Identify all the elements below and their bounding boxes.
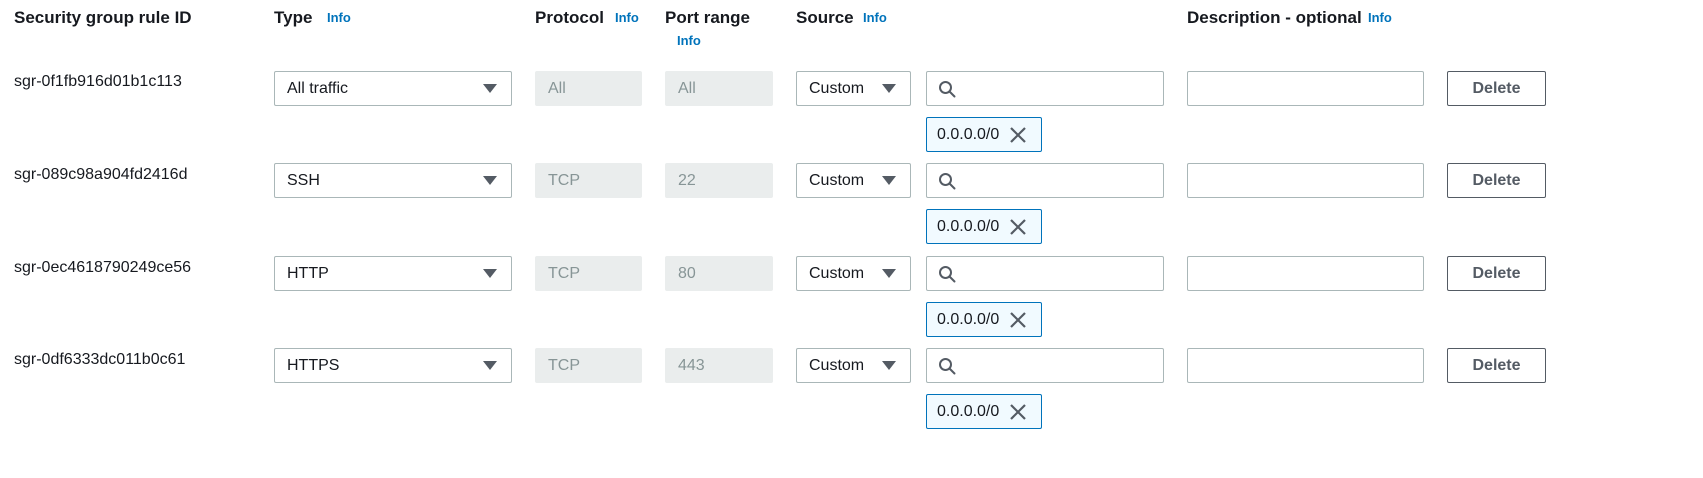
protocol-field: TCP — [535, 163, 642, 198]
delete-button[interactable]: Delete — [1447, 71, 1546, 106]
caret-down-icon — [483, 361, 497, 370]
column-header-rule-id: Security group rule ID — [14, 8, 192, 27]
source-select-value: Custom — [809, 264, 865, 282]
caret-down-icon — [483, 269, 497, 278]
cidr-token-value: 0.0.0.0/0 — [937, 217, 1000, 235]
cidr-token-value: 0.0.0.0/0 — [937, 125, 1000, 143]
caret-down-icon — [483, 176, 497, 185]
protocol-field: TCP — [535, 256, 642, 291]
source-select[interactable]: Custom — [796, 163, 911, 198]
source-select-value: Custom — [809, 79, 865, 97]
caret-down-icon — [882, 269, 896, 278]
delete-button[interactable]: Delete — [1447, 163, 1546, 198]
source-search-input[interactable] — [926, 256, 1164, 291]
source-select[interactable]: Custom — [796, 71, 911, 106]
cidr-token: 0.0.0.0/0 — [926, 117, 1042, 152]
source-search-input[interactable] — [926, 163, 1164, 198]
close-icon[interactable] — [1009, 403, 1027, 421]
description-input[interactable] — [1187, 348, 1424, 383]
delete-button[interactable]: Delete — [1447, 348, 1546, 383]
column-header-description: Description - optional — [1187, 8, 1362, 27]
type-select[interactable]: HTTPS — [274, 348, 512, 383]
source-select[interactable]: Custom — [796, 348, 911, 383]
caret-down-icon — [483, 84, 497, 93]
caret-down-icon — [882, 361, 896, 370]
protocol-field: All — [535, 71, 642, 106]
source-search-input[interactable] — [926, 348, 1164, 383]
close-icon[interactable] — [1009, 126, 1027, 144]
delete-button[interactable]: Delete — [1447, 256, 1546, 291]
port-range-info-link[interactable]: Info — [677, 33, 701, 48]
column-header-type: Type — [274, 8, 313, 27]
cidr-token: 0.0.0.0/0 — [926, 302, 1042, 337]
source-select[interactable]: Custom — [796, 256, 911, 291]
cidr-token-value: 0.0.0.0/0 — [937, 402, 1000, 420]
column-header-protocol: Protocol — [535, 8, 604, 27]
source-select-value: Custom — [809, 171, 865, 189]
close-icon[interactable] — [1009, 311, 1027, 329]
port-range-field: All — [665, 71, 773, 106]
type-select-value: All traffic — [287, 79, 349, 97]
column-header-source: Source — [796, 8, 854, 27]
type-select-value: SSH — [287, 171, 320, 189]
caret-down-icon — [882, 176, 896, 185]
protocol-info-link[interactable]: Info — [615, 10, 639, 25]
source-select-value: Custom — [809, 356, 865, 374]
caret-down-icon — [882, 84, 896, 93]
close-icon[interactable] — [1009, 218, 1027, 236]
description-info-link[interactable]: Info — [1368, 10, 1392, 25]
rule-id: sgr-0ec4618790249ce56 — [14, 259, 192, 276]
rule-id: sgr-089c98a904fd2416d — [14, 166, 188, 183]
rule-id: sgr-0df6333dc011b0c61 — [14, 351, 186, 368]
source-search-input[interactable] — [926, 71, 1164, 106]
cidr-token: 0.0.0.0/0 — [926, 394, 1042, 429]
type-select[interactable]: HTTP — [274, 256, 512, 291]
column-header-port-range: Port range — [665, 8, 751, 27]
port-range-field: 22 — [665, 163, 773, 198]
rule-id: sgr-0f1fb916d01b1c113 — [14, 73, 182, 90]
port-range-field: 80 — [665, 256, 773, 291]
type-info-link[interactable]: Info — [327, 10, 351, 25]
description-input[interactable] — [1187, 71, 1424, 106]
search-icon — [939, 358, 956, 375]
cidr-token: 0.0.0.0/0 — [926, 209, 1042, 244]
type-select-value: HTTPS — [287, 356, 340, 374]
search-icon — [939, 173, 956, 190]
type-select-value: HTTP — [287, 264, 329, 282]
cidr-token-value: 0.0.0.0/0 — [937, 310, 1000, 328]
type-select[interactable]: All traffic — [274, 71, 512, 106]
search-icon — [939, 81, 956, 98]
description-input[interactable] — [1187, 163, 1424, 198]
port-range-field: 443 — [665, 348, 773, 383]
type-select[interactable]: SSH — [274, 163, 512, 198]
protocol-field: TCP — [535, 348, 642, 383]
description-input[interactable] — [1187, 256, 1424, 291]
search-icon — [939, 266, 956, 283]
source-info-link[interactable]: Info — [863, 10, 887, 25]
